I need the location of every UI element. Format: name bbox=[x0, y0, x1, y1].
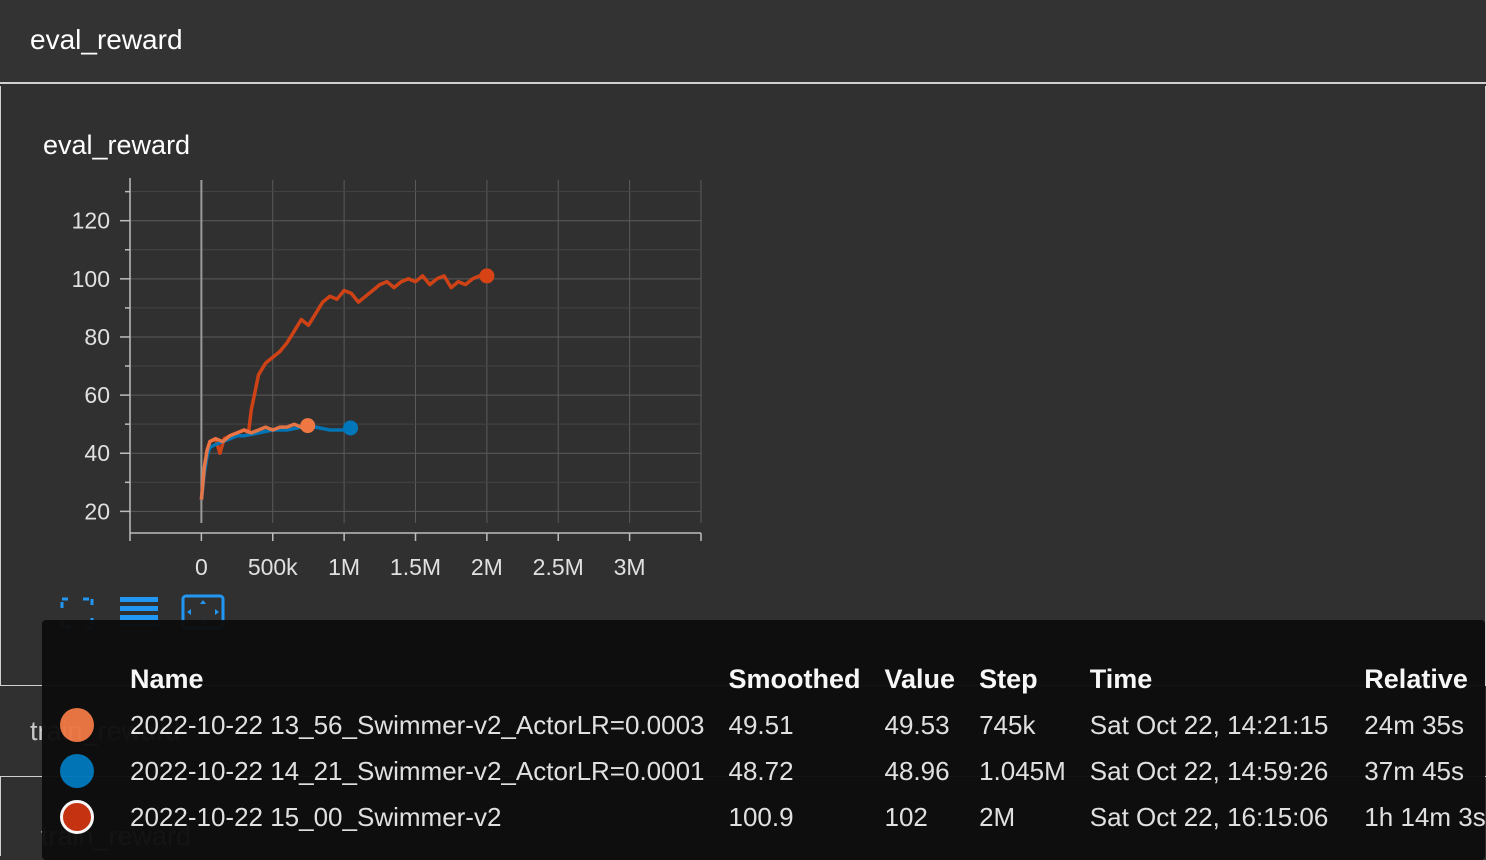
y-tick-label: 120 bbox=[72, 208, 110, 234]
col-step-header: Step bbox=[979, 663, 1038, 694]
tooltip-cell-time: Sat Oct 22, 16:15:06 bbox=[1089, 801, 1329, 832]
tooltip-cell-time: Sat Oct 22, 14:21:15 bbox=[1089, 709, 1329, 740]
tooltip-cell-step: 2M bbox=[979, 801, 1016, 832]
col-time-header: Time bbox=[1089, 663, 1153, 694]
tooltip-cell-relative: 1h 14m 3s bbox=[1364, 801, 1486, 832]
tooltip-cell-value: 48.96 bbox=[884, 755, 950, 786]
tooltip-row: 2022-10-22 13_56_Swimmer-v2_ActorLR=0.00… bbox=[60, 702, 1486, 748]
tooltip-cell-value: 102 bbox=[884, 801, 928, 832]
tooltip-cell-value: 49.53 bbox=[884, 709, 950, 740]
tooltip-header-row: Name Smoothed Value Step Time Relative bbox=[60, 656, 1486, 702]
y-tick-label: 100 bbox=[72, 266, 110, 292]
col-relative-header: Relative bbox=[1364, 663, 1468, 694]
series-end-marker bbox=[300, 418, 316, 434]
tooltip-row: 2022-10-22 15_00_Swimmer-v2 100.9 102 2M Sat… bbox=[60, 794, 1486, 840]
x-tick-label: 500k bbox=[248, 554, 298, 578]
y-tick-label: 60 bbox=[84, 382, 110, 408]
col-value-header: Value bbox=[884, 663, 956, 694]
chart-title: eval_reward bbox=[43, 130, 191, 160]
run-color-swatch bbox=[60, 800, 94, 834]
tooltip-cell-relative: 37m 45s bbox=[1364, 755, 1465, 786]
section-title: eval_reward bbox=[30, 24, 183, 55]
tooltip-cell-relative: 24m 35s bbox=[1364, 709, 1465, 740]
tooltip-table: Name Smoothed Value Step Time Relative 2… bbox=[60, 656, 1486, 840]
page-header: eval_reward bbox=[0, 0, 1486, 84]
x-tick-label: 2.5M bbox=[533, 554, 584, 578]
tooltip-row: 2022-10-22 14_21_Swimmer-v2_ActorLR=0.00… bbox=[60, 748, 1486, 794]
series-line bbox=[199, 422, 309, 500]
chart-card: eval_reward 20 40 60 80 100 120 0 500k 1M 1.5M 2M 2… bbox=[0, 86, 1486, 686]
tooltip-cell-step: 1.045M bbox=[979, 755, 1066, 786]
x-tick-label: 3M bbox=[614, 554, 646, 578]
tooltip-cell-name: 2022-10-22 15_00_Swimmer-v2 bbox=[130, 801, 502, 832]
tooltip-cell-name: 2022-10-22 13_56_Swimmer-v2_ActorLR=0.00… bbox=[130, 709, 705, 740]
series-end-marker bbox=[479, 268, 495, 284]
x-tick-label: 1M bbox=[328, 554, 360, 578]
x-tick-label: 1.5M bbox=[390, 554, 441, 578]
y-tick-label: 20 bbox=[84, 498, 110, 524]
y-tick-label: 80 bbox=[84, 324, 110, 350]
run-color-swatch bbox=[60, 708, 94, 742]
line-chart[interactable]: 20 40 60 80 100 120 0 500k 1M 1.5M 2M 2.5M 3M bbox=[1, 178, 741, 578]
chart-tooltip: Name Smoothed Value Step Time Relative 2… bbox=[42, 620, 1486, 860]
tooltip-cell-time: Sat Oct 22, 14:59:26 bbox=[1089, 755, 1329, 786]
y-tick-label: 40 bbox=[84, 440, 110, 466]
x-tick-label: 0 bbox=[195, 554, 208, 578]
tooltip-cell-smoothed: 49.51 bbox=[728, 709, 794, 740]
tooltip-cell-name: 2022-10-22 14_21_Swimmer-v2_ActorLR=0.00… bbox=[130, 755, 705, 786]
tooltip-cell-step: 745k bbox=[979, 709, 1036, 740]
run-color-swatch bbox=[60, 754, 94, 788]
col-smoothed-header: Smoothed bbox=[728, 663, 861, 694]
col-name-header: Name bbox=[130, 663, 204, 694]
tooltip-cell-smoothed: 48.72 bbox=[728, 755, 794, 786]
x-tick-label: 2M bbox=[471, 554, 503, 578]
tooltip-cell-smoothed: 100.9 bbox=[728, 801, 794, 832]
series-end-marker bbox=[343, 420, 359, 436]
